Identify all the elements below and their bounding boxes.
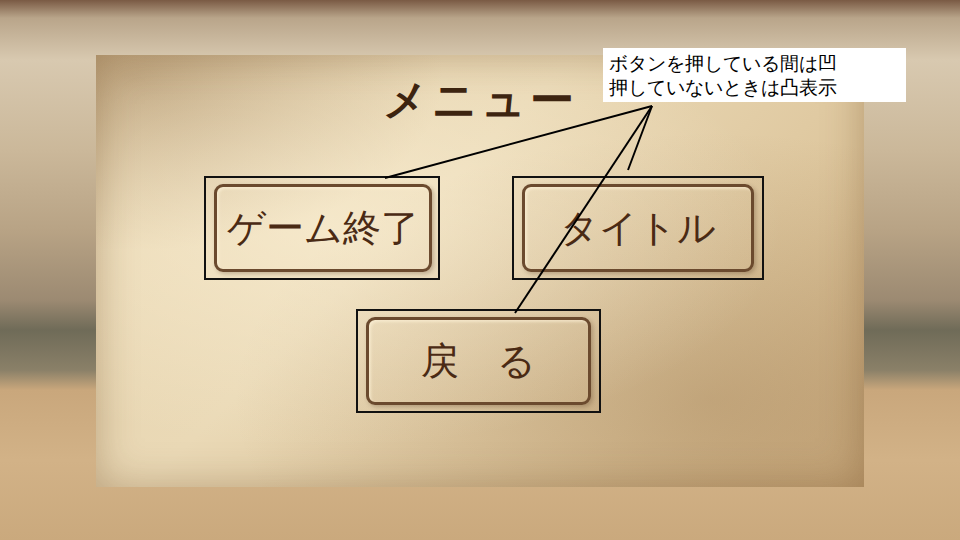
menu-button[interactable]: ゲーム終了 xyxy=(214,184,432,272)
menu-button[interactable]: 戻 る xyxy=(366,317,591,405)
annotation-note: ボタンを押している間は凹押していないときは凸表示 xyxy=(603,48,906,102)
button-row: ゲーム終了 タイトル xyxy=(96,176,864,280)
button-frame: タイトル xyxy=(512,176,764,280)
note-line: ボタンを押している間は凹 xyxy=(609,51,900,75)
button-frame: ゲーム終了 xyxy=(204,176,440,280)
button-row: 戻 る xyxy=(96,309,864,413)
callout-line xyxy=(385,106,652,178)
button-frame: 戻 る xyxy=(356,309,601,413)
callout-line xyxy=(515,106,652,313)
menu-panel: メニューゲーム終了タイトル戻 る xyxy=(96,55,864,487)
note-line: 押していないときは凸表示 xyxy=(609,75,900,99)
callout-line xyxy=(628,106,652,170)
menu-button[interactable]: タイトル xyxy=(522,184,754,272)
arena-background: メニューゲーム終了タイトル戻 るボタンを押している間は凹押していないときは凸表示 xyxy=(0,0,960,540)
